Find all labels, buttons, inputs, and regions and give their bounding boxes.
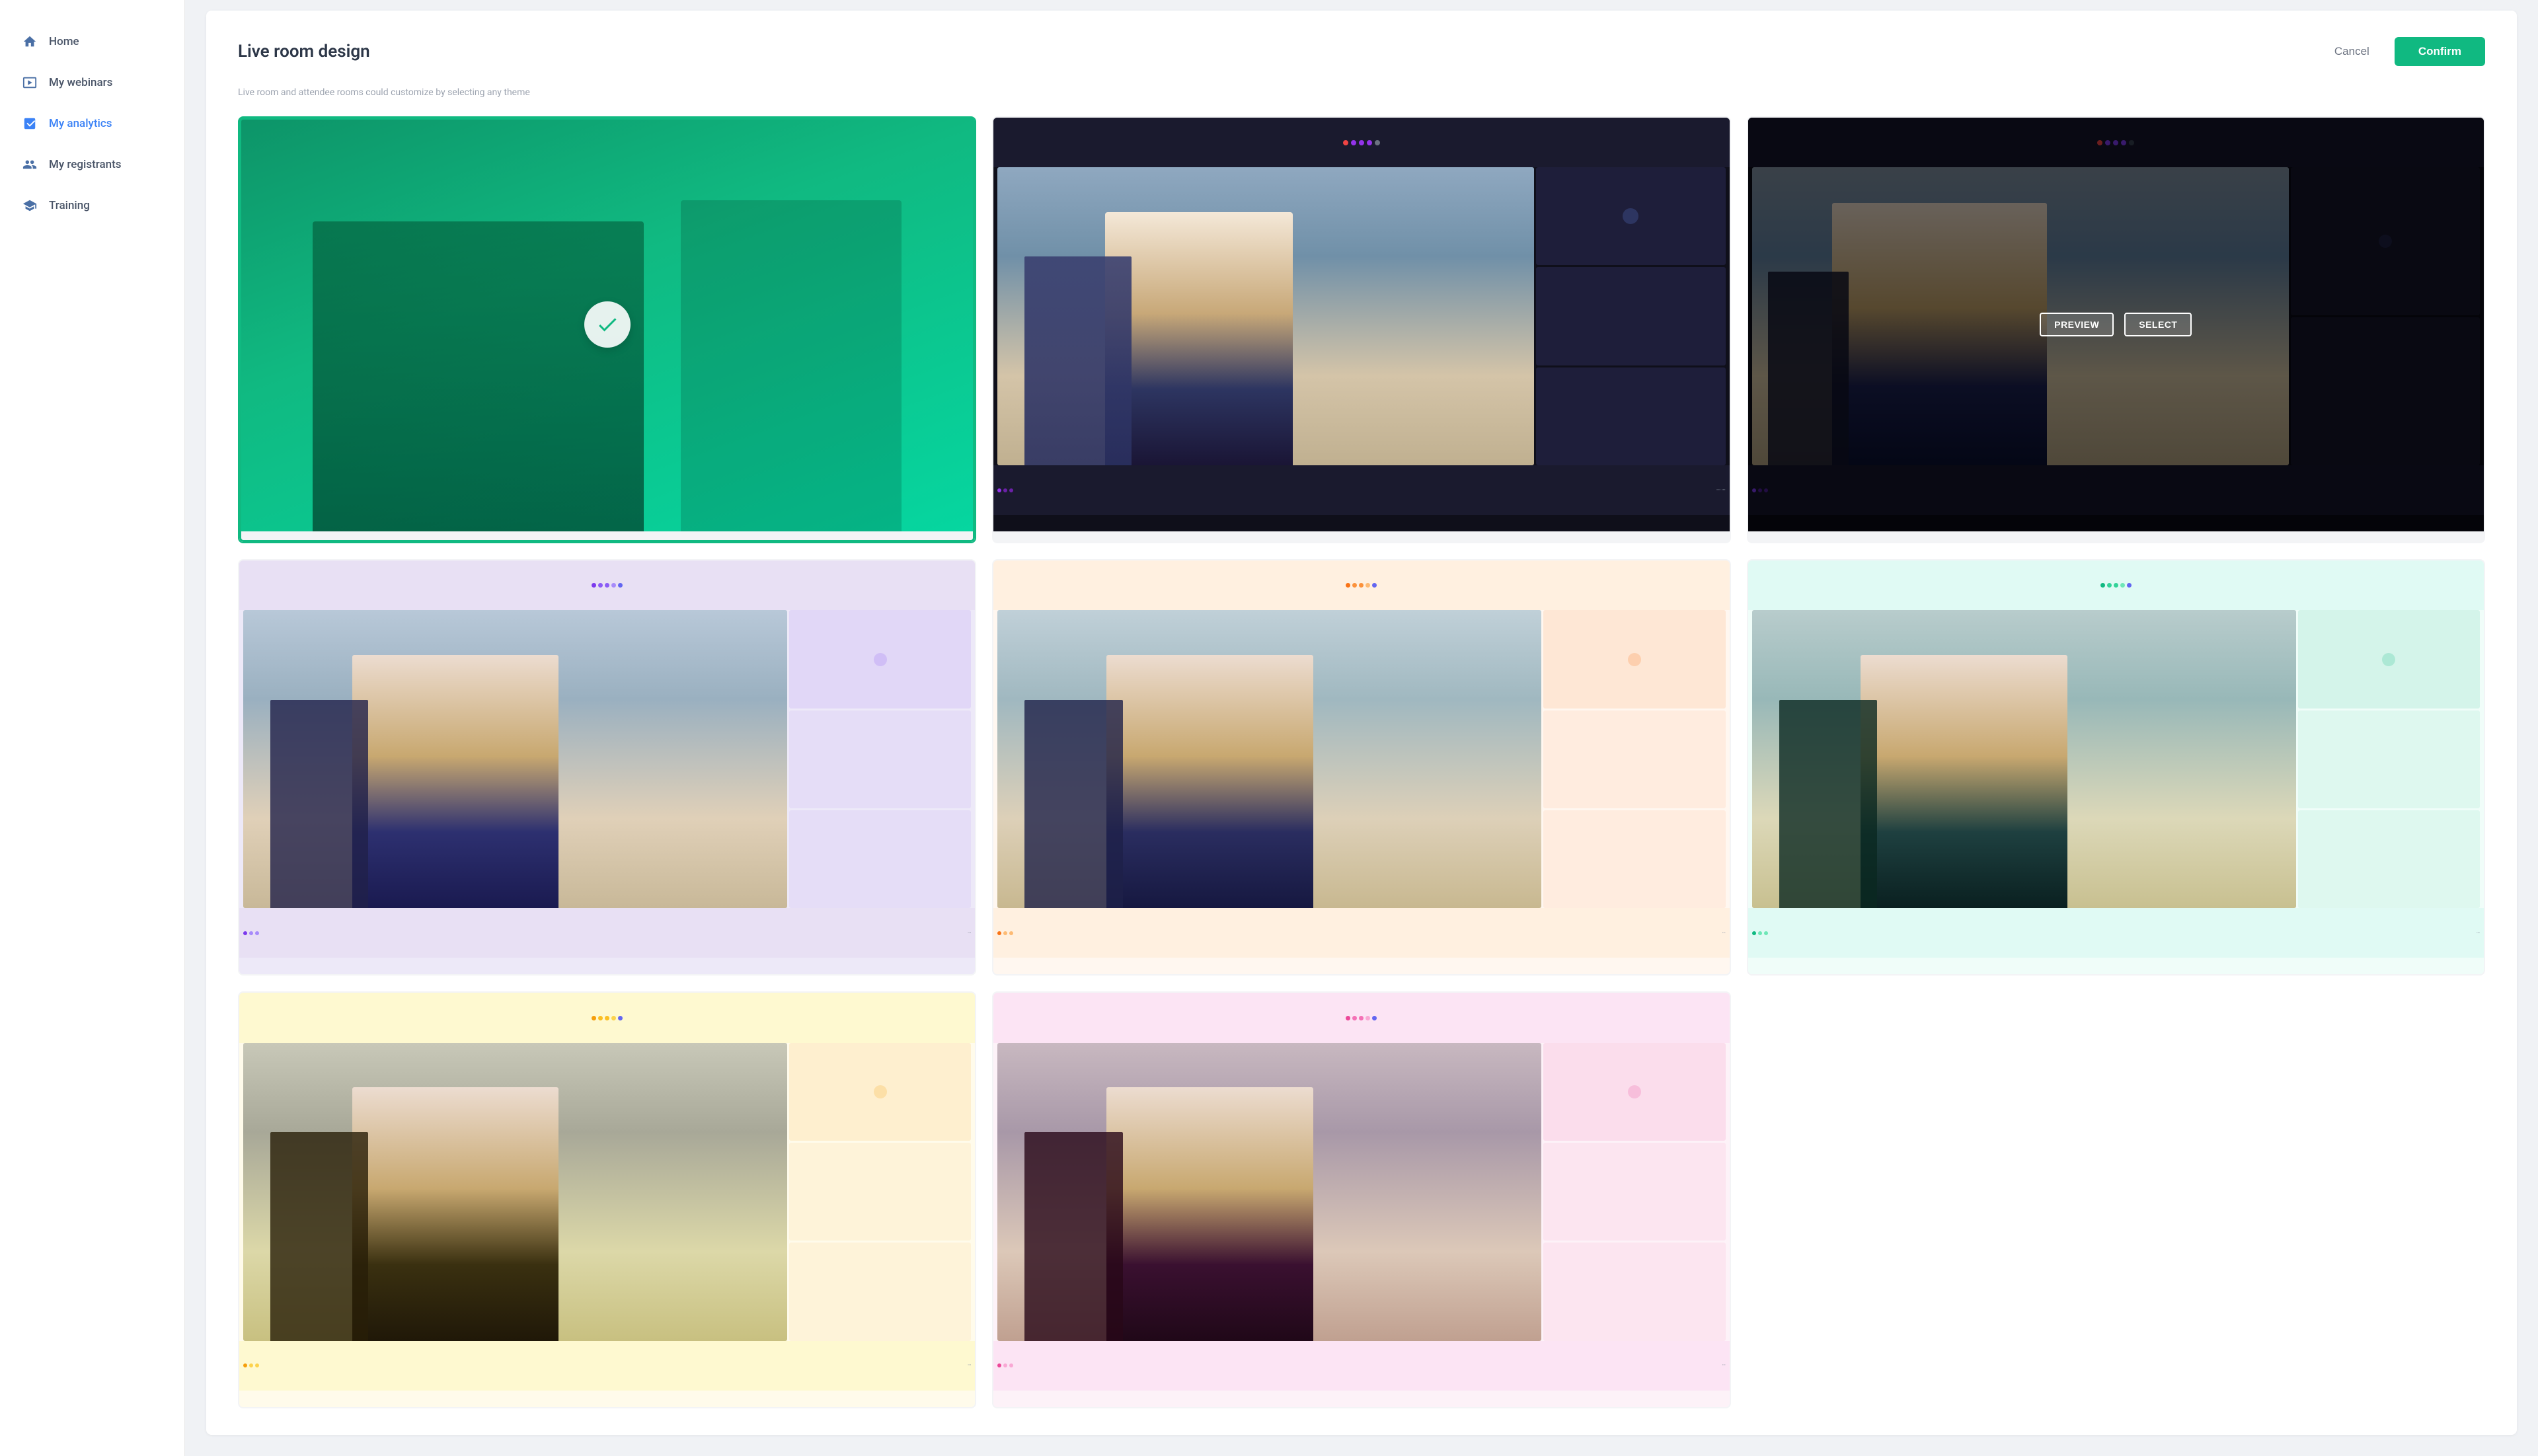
sidebar-item-my-analytics-label: My analytics [49, 117, 112, 130]
sidebar-item-my-analytics[interactable]: My analytics [0, 103, 184, 144]
registrants-icon [21, 156, 38, 173]
main-content: Live room design Cancel Confirm Live roo… [185, 0, 2538, 1456]
theme-teal-light[interactable]: ••• [1747, 559, 2485, 976]
theme-orange-light[interactable]: ••• [992, 559, 1730, 976]
mock-content-dark [993, 167, 1729, 465]
sidebar-item-my-webinars[interactable]: My webinars [0, 62, 184, 103]
sidebar-item-training-label: Training [49, 199, 90, 212]
cancel-button[interactable]: Cancel [2323, 38, 2381, 65]
mock-topbar-dark [993, 118, 1729, 167]
theme-dark-hover-preview: PREVIEW SELECT [1748, 118, 2484, 531]
sidebar-item-my-registrants[interactable]: My registrants [0, 144, 184, 185]
training-icon [21, 197, 38, 214]
confirm-button[interactable]: Confirm [2395, 37, 2485, 66]
sidebar-item-my-registrants-label: My registrants [49, 158, 122, 171]
theme-yellow-light[interactable]: ••• [238, 991, 976, 1408]
theme-teal-preview [239, 118, 975, 531]
theme-dark-mid-preview: ••• ••• [993, 118, 1729, 531]
mock-ui-dark: ••• ••• [993, 118, 1729, 531]
home-icon [21, 33, 38, 50]
page-title: Live room design [238, 42, 370, 61]
theme-dark-mid[interactable]: ••• ••• [992, 116, 1730, 543]
preview-button[interactable]: PREVIEW [2040, 313, 2114, 336]
theme-teal-selected[interactable] [238, 116, 976, 543]
card-header: Live room design Cancel Confirm [238, 37, 2485, 66]
theme-pink-light[interactable]: ••• [992, 991, 1730, 1408]
selected-check-circle [584, 301, 631, 348]
theme-dark-hover[interactable]: PREVIEW SELECT [1747, 116, 2485, 543]
theme-purple-preview: ••• [239, 560, 975, 974]
select-button[interactable]: SELECT [2124, 313, 2192, 336]
sidebar-item-home-label: Home [49, 35, 79, 48]
webinar-icon [21, 74, 38, 91]
card-subtitle: Live room and attendee rooms could custo… [238, 87, 2485, 98]
themes-grid: ••• ••• [238, 116, 2485, 1408]
sidebar-item-training[interactable]: Training [0, 185, 184, 226]
sidebar: Home My webinars My analytics My registr… [0, 0, 185, 1456]
sidebar-item-home[interactable]: Home [0, 21, 184, 62]
theme-pink-preview: ••• [993, 993, 1729, 1406]
theme-orange-preview: ••• [993, 560, 1729, 974]
live-room-design-card: Live room design Cancel Confirm Live roo… [206, 11, 2517, 1435]
sidebar-item-my-webinars-label: My webinars [49, 76, 112, 89]
header-actions: Cancel Confirm [2323, 37, 2485, 66]
theme-purple-light[interactable]: ••• [238, 559, 976, 976]
theme-yellow-preview: ••• [239, 993, 975, 1406]
theme-teal-light-preview: ••• [1748, 560, 2484, 974]
mock-video-dark [997, 167, 1534, 465]
theme-teal-label [239, 531, 975, 542]
analytics-icon [21, 115, 38, 132]
mock-sidebar-dark [1536, 167, 1725, 465]
theme-hover-overlay: PREVIEW SELECT [1748, 118, 2484, 531]
mock-bottombar-dark: ••• ••• [993, 465, 1729, 515]
